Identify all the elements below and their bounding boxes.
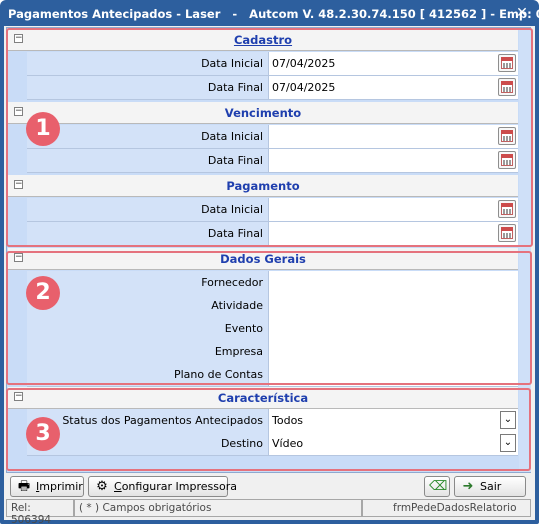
configurar-label: onfigurar Impressora [121, 480, 237, 493]
calendar-icon[interactable] [498, 200, 516, 218]
status-form-name: frmPedeDadosRelatorio [362, 499, 531, 517]
chevron-down-icon[interactable]: ⌄ [500, 434, 516, 452]
annotation-badge-1: 1 [26, 112, 60, 146]
field-label: Fornecedor [27, 271, 268, 294]
row-cadastro-data-final: Data Final 07/04/2025 [27, 76, 518, 100]
field-label: Data Inicial [27, 52, 268, 75]
group-title-cadastro: Cadastro [233, 33, 293, 47]
field-value: 07/04/2025 [272, 81, 336, 94]
field-label: Data Inicial [27, 198, 268, 221]
imprimir-button[interactable]: 🖶 Imprimir [10, 476, 84, 497]
field-value: 07/04/2025 [272, 57, 336, 70]
field-label: Atividade [27, 294, 268, 317]
calendar-icon[interactable] [498, 78, 516, 96]
group-title-vencimento: Vencimento [224, 106, 302, 120]
group-vencimento[interactable]: − Vencimento [8, 102, 518, 124]
empresa-input[interactable] [268, 340, 518, 363]
configurar-impressora-button[interactable]: ⚙ Configurar Impressora [88, 476, 237, 497]
configurar-mnemonic: C [114, 480, 122, 493]
sair-button[interactable]: ➜ Sair [454, 476, 526, 497]
row-cadastro-data-inicial: Data Inicial 07/04/2025 [27, 52, 518, 76]
group-pagamento[interactable]: − Pagamento [8, 175, 518, 197]
form-client-area: − Cadastro Data Inicial 07/04/2025 Data … [4, 26, 535, 526]
field-label: Empresa [27, 340, 268, 363]
calendar-icon[interactable] [498, 127, 516, 145]
group-caracteristica[interactable]: − Característica [8, 387, 518, 409]
field-label: Data Final [27, 76, 268, 99]
select-value: Todos [272, 414, 304, 427]
clear-filters-button[interactable]: ⌫ [424, 476, 450, 497]
group-cadastro[interactable]: − Cadastro [8, 29, 518, 51]
field-label: Plano de Contas [27, 363, 268, 386]
row-vencimento-data-final: Data Final [27, 149, 518, 173]
annotation-badge-2: 2 [26, 276, 60, 310]
printer-icon: 🖶 [17, 479, 31, 494]
pagamento-data-final-input[interactable] [268, 222, 518, 245]
destino-select[interactable]: Vídeo ⌄ [268, 432, 518, 455]
evento-input[interactable] [268, 317, 518, 340]
group-title-dados-gerais: Dados Gerais [220, 252, 306, 266]
status-bar: Rel: 506394 ( * ) Campos obrigatórios fr… [6, 499, 531, 526]
vencimento-data-final-input[interactable] [268, 149, 518, 172]
row-plano-de-contas: Plano de Contas [27, 363, 518, 387]
window-title: Pagamentos Antecipados - Laser - Autcom … [8, 7, 539, 21]
exit-icon: ➜ [462, 479, 474, 494]
close-icon[interactable]: ✕ [513, 4, 531, 22]
field-label: Evento [27, 317, 268, 340]
field-label: Destino [27, 432, 268, 455]
grid-scroll-strip [519, 28, 531, 472]
field-label: Data Final [27, 149, 268, 172]
row-evento: Evento [27, 317, 518, 341]
group-title-caracteristica: Característica [217, 391, 309, 405]
chevron-down-icon[interactable]: ⌄ [500, 411, 516, 429]
row-vencimento-data-inicial: Data Inicial [27, 125, 518, 149]
cadastro-data-inicial-input[interactable]: 07/04/2025 [268, 52, 518, 75]
row-pagamento-data-inicial: Data Inicial [27, 198, 518, 222]
row-destino: Destino Vídeo ⌄ [27, 432, 518, 456]
fornecedor-input[interactable] [268, 271, 518, 294]
group-title-pagamento: Pagamento [226, 179, 300, 193]
annotation-badge-3: 3 [26, 417, 60, 451]
sair-label: Sair [480, 480, 502, 493]
atividade-input[interactable] [268, 294, 518, 317]
plano-de-contas-input[interactable] [268, 363, 518, 386]
printer-settings-icon: ⚙ [96, 479, 108, 494]
status-select[interactable]: Todos ⌄ [268, 409, 518, 432]
status-rel: Rel: 506394 [6, 499, 74, 526]
imprimir-label: mprimir [39, 480, 83, 493]
app-window: Pagamentos Antecipados - Laser - Autcom … [0, 0, 539, 526]
filter-grid: − Cadastro Data Inicial 07/04/2025 Data … [6, 27, 531, 473]
row-empresa: Empresa [27, 340, 518, 364]
row-pagamento-data-final: Data Final [27, 222, 518, 246]
row-status-pagamentos: Status dos Pagamentos Antecipados Todos … [27, 409, 518, 433]
calendar-icon[interactable] [498, 151, 516, 169]
row-fornecedor: Fornecedor [27, 271, 518, 295]
pagamento-data-inicial-input[interactable] [268, 198, 518, 221]
cadastro-data-final-input[interactable]: 07/04/2025 [268, 76, 518, 99]
field-label: Data Inicial [27, 125, 268, 148]
calendar-icon[interactable] [498, 54, 516, 72]
row-atividade: Atividade [27, 294, 518, 318]
field-label: Data Final [27, 222, 268, 245]
select-value: Vídeo [272, 437, 304, 450]
field-label: Status dos Pagamentos Antecipados [27, 409, 268, 432]
status-hint: ( * ) Campos obrigatórios [74, 499, 362, 517]
vencimento-data-inicial-input[interactable] [268, 125, 518, 148]
calendar-icon[interactable] [498, 224, 516, 242]
eraser-icon: ⌫ [429, 479, 448, 494]
group-dados-gerais[interactable]: − Dados Gerais [8, 248, 518, 270]
